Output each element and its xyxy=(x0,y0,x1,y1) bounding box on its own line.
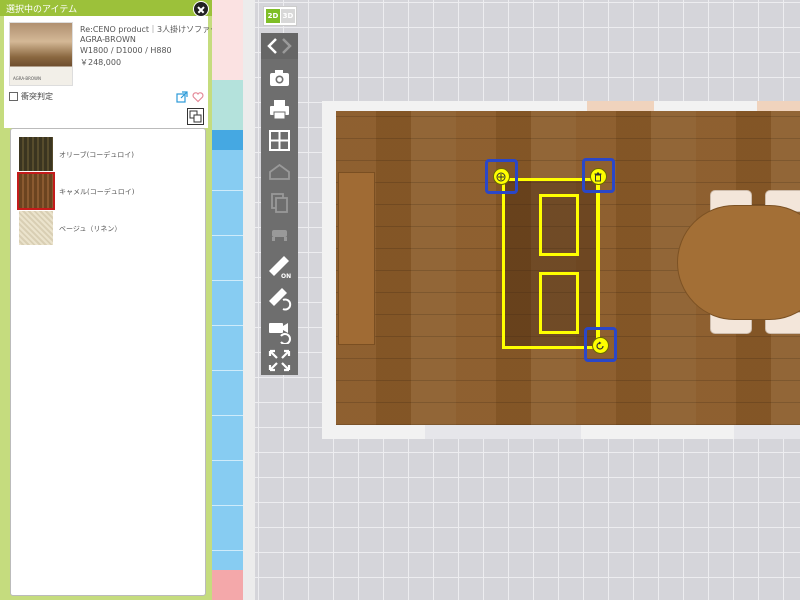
selected-sofa[interactable] xyxy=(502,178,599,349)
door-opening xyxy=(425,425,581,439)
ruler-on-icon[interactable]: ON xyxy=(266,253,293,280)
collision-label: 衝突判定 xyxy=(21,92,53,101)
selected-item-panel: 選択中のアイテム AGRA-BROWN Re:CENO product｜3人掛け… xyxy=(0,0,218,600)
swatch-item-olive[interactable]: オリーブ(コーデュロイ) xyxy=(19,137,199,173)
rail-divider xyxy=(212,460,243,461)
thumbnail-caption: AGRA-BROWN xyxy=(13,76,41,81)
layer-icon[interactable] xyxy=(266,158,293,185)
product-card[interactable]: AGRA-BROWN Re:CENO product｜3人掛けソファー AGRA… xyxy=(4,16,218,90)
rail-divider xyxy=(212,505,243,506)
mode-2d-button[interactable]: 2D xyxy=(266,9,280,23)
collision-row: 衝突判定 xyxy=(4,90,208,104)
rail-divider xyxy=(212,280,243,281)
swatch-label: キャメル(コーデュロイ) xyxy=(59,188,135,196)
rail-divider xyxy=(212,235,243,236)
ruler-rotate-icon[interactable] xyxy=(266,285,293,312)
external-link-icon[interactable] xyxy=(176,91,188,103)
add-icon xyxy=(493,168,510,185)
view-mode-toggle: 2D 3D xyxy=(263,6,297,26)
rail-divider xyxy=(212,550,243,551)
copy-icon[interactable] xyxy=(266,189,293,216)
rotate-icon xyxy=(592,337,609,354)
color-rail-teal xyxy=(212,80,243,130)
rail-divider xyxy=(212,325,243,326)
product-dimensions: W1800 / D1000 / H880 xyxy=(80,46,172,55)
fabric-swatch-list: オリーブ(コーデュロイ) キャメル(コーデュロイ) ベージュ（リネン） xyxy=(10,128,206,596)
sofa-cushion xyxy=(539,194,579,256)
color-rail-blue xyxy=(212,150,243,570)
heart-icon[interactable] xyxy=(192,91,204,103)
product-name: Re:CENO product｜3人掛けソファー xyxy=(80,25,219,34)
window-opening xyxy=(757,101,800,111)
collision-checkbox[interactable] xyxy=(9,92,18,101)
delete-handle[interactable] xyxy=(582,158,615,193)
swatch-item-camel[interactable]: キャメル(コーデュロイ) xyxy=(17,172,199,210)
sofa-cushion xyxy=(539,272,579,334)
plan-toolbar: ON xyxy=(261,33,298,375)
trash-icon xyxy=(590,168,607,185)
olive-swatch xyxy=(19,137,53,171)
add-handle[interactable] xyxy=(485,159,518,194)
fit-screen-icon[interactable] xyxy=(266,347,293,374)
rail-divider xyxy=(212,190,243,191)
print-icon[interactable] xyxy=(266,96,293,123)
panel-header: 選択中のアイテム xyxy=(0,0,212,17)
dining-table[interactable] xyxy=(677,205,800,320)
sofa-handle-stem xyxy=(597,178,600,350)
furniture-icon[interactable] xyxy=(266,220,293,247)
color-rail-coral xyxy=(212,570,243,600)
panel-toolbar-strip xyxy=(4,104,208,128)
mode-3d-button[interactable]: 3D xyxy=(281,9,295,23)
camera-icon[interactable] xyxy=(266,65,293,92)
chevron-right-icon[interactable] xyxy=(280,37,294,55)
rail-divider xyxy=(212,370,243,371)
swatch-label: ベージュ（リネン） xyxy=(59,225,122,233)
door-opening xyxy=(734,425,800,439)
panel-gap xyxy=(243,0,255,600)
side-board-furniture[interactable] xyxy=(338,172,375,345)
layout-grid-icon[interactable] xyxy=(266,127,293,154)
swatch-item-beige[interactable]: ベージュ（リネン） xyxy=(19,211,199,247)
svg-text:ON: ON xyxy=(281,273,291,280)
chevron-left-icon[interactable] xyxy=(265,37,279,55)
panel-title: 選択中のアイテム xyxy=(6,5,78,15)
camera-rotate-icon[interactable] xyxy=(266,317,293,344)
product-thumbnail: AGRA-BROWN xyxy=(9,22,73,86)
close-panel-button[interactable] xyxy=(193,1,209,17)
product-price: ￥248,000 xyxy=(80,58,122,67)
window-opening xyxy=(587,101,654,111)
rail-divider xyxy=(212,415,243,416)
beige-swatch xyxy=(19,211,53,245)
toolbar-nav xyxy=(261,33,298,59)
swatch-label: オリーブ(コーデュロイ) xyxy=(59,151,135,159)
product-variant: AGRA-BROWN xyxy=(80,35,136,44)
expand-icon[interactable] xyxy=(187,108,204,125)
camel-swatch xyxy=(17,172,55,210)
rotate-handle[interactable] xyxy=(584,327,617,362)
